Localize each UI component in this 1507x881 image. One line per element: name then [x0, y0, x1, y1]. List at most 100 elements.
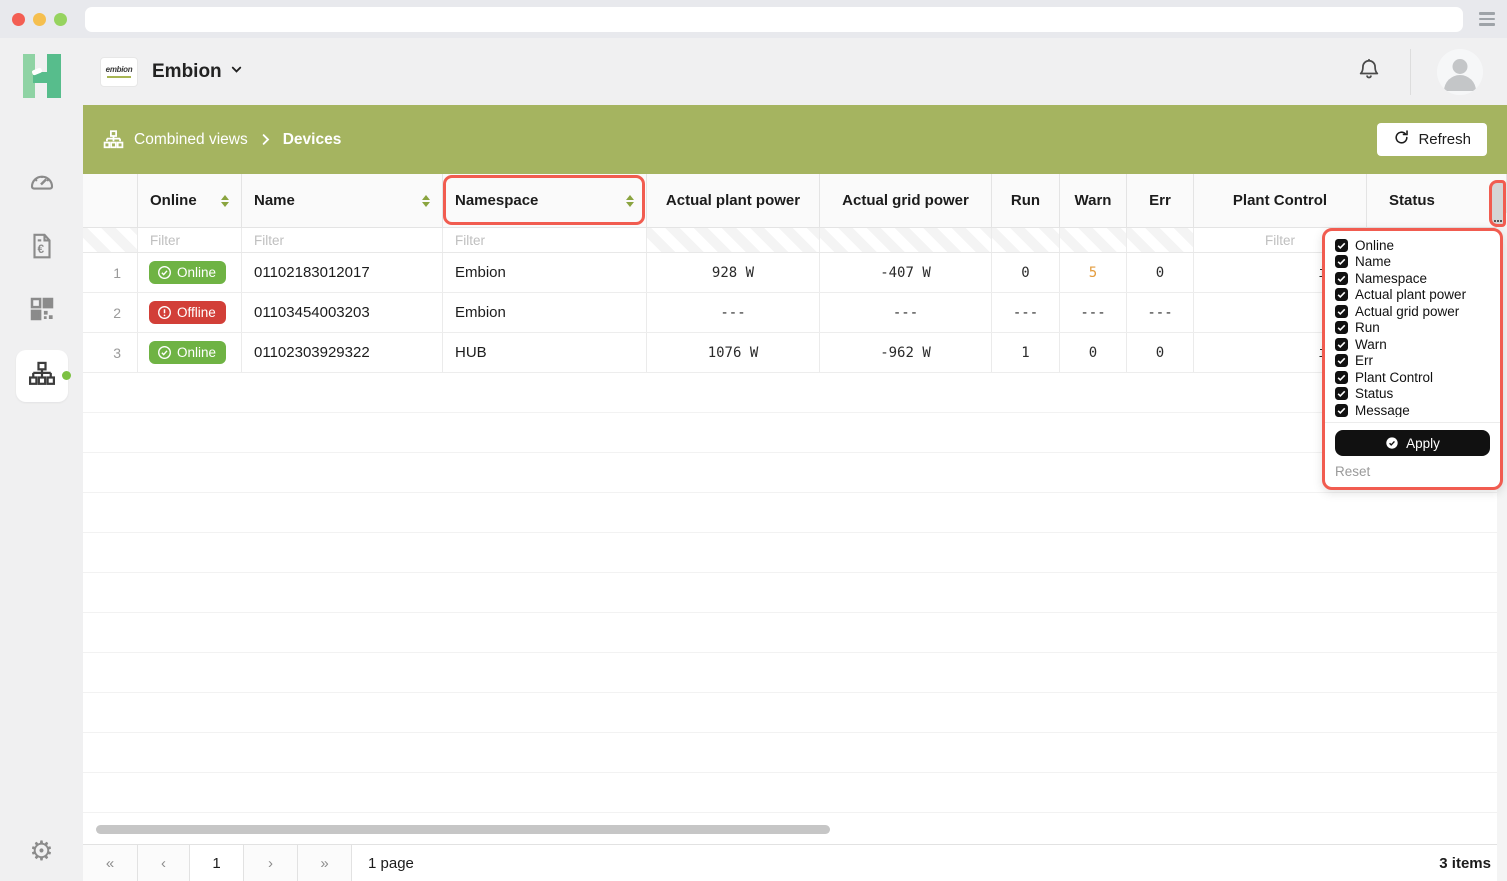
sort-icon [422, 195, 430, 207]
notifications-bell-icon[interactable] [1328, 56, 1410, 87]
checkbox-checked-icon [1335, 354, 1348, 367]
header-online[interactable]: Online [138, 174, 242, 227]
header-name[interactable]: Name [242, 174, 443, 227]
header-err[interactable]: Err [1127, 174, 1194, 227]
filter-online-input[interactable] [138, 233, 241, 248]
active-indicator-dot [62, 371, 71, 380]
column-checkbox-err[interactable]: Err [1335, 353, 1490, 370]
page-first-button[interactable]: « [83, 845, 138, 881]
status-badge: Offline [149, 301, 226, 324]
breadcrumb-bar: Combined views Devices Refresh [83, 105, 1507, 174]
page-last-button[interactable]: » [298, 845, 352, 881]
err-cell: --- [1127, 293, 1194, 332]
table-header-row: Online Name Namespace Actual plant power… [83, 174, 1507, 228]
page-count-label: 1 page [368, 855, 414, 872]
window-close-button[interactable] [12, 13, 25, 26]
filter-disabled [1060, 228, 1127, 252]
header-actual-plant-power[interactable]: Actual plant power [647, 174, 820, 227]
chevron-down-icon [229, 61, 244, 83]
column-checkbox-status[interactable]: Status [1335, 386, 1490, 403]
window-minimize-button[interactable] [33, 13, 46, 26]
status-badge: Online [149, 261, 226, 284]
warn-cell: --- [1060, 293, 1127, 332]
page-prev-button[interactable]: ‹ [138, 845, 190, 881]
filter-disabled [992, 228, 1060, 252]
address-bar[interactable] [85, 7, 1463, 32]
org-selector[interactable]: Embion [152, 61, 244, 83]
column-checkbox-actual-plant-power[interactable]: Actual plant power [1335, 287, 1490, 304]
page-current[interactable]: 1 [190, 845, 244, 881]
window-zoom-button[interactable] [54, 13, 67, 26]
filter-disabled [820, 228, 992, 252]
run-cell: 0 [992, 253, 1060, 292]
sort-icon [626, 195, 634, 207]
browser-menu-icon[interactable] [1479, 12, 1495, 26]
filter-name [242, 228, 443, 252]
column-chooser-menu: Online Name Namespace Actual plant power… [1322, 228, 1503, 490]
header-namespace[interactable]: Namespace [443, 174, 647, 227]
column-checkbox-list: Online Name Namespace Actual plant power… [1335, 237, 1490, 417]
column-chooser-button[interactable] [1489, 180, 1506, 227]
column-checkbox-actual-grid-power[interactable]: Actual grid power [1335, 303, 1490, 320]
gauge-icon [27, 166, 57, 201]
err-cell: 0 [1127, 333, 1194, 372]
grid-power-cell: --- [820, 293, 992, 332]
alert-circle-icon [157, 305, 172, 320]
column-checkbox-online[interactable]: Online [1335, 237, 1490, 254]
namespace-cell: Embion [443, 293, 647, 332]
checkbox-checked-icon [1335, 272, 1348, 285]
apply-button[interactable]: Apply [1335, 430, 1490, 456]
warn-cell: 5 [1060, 253, 1127, 292]
header-warn[interactable]: Warn [1060, 174, 1127, 227]
breadcrumb-section[interactable]: Combined views [134, 131, 248, 149]
sidebar-item-devices[interactable] [16, 350, 68, 402]
sidebar-item-dashboard[interactable] [0, 157, 83, 209]
header-plant-control[interactable]: Plant Control [1194, 174, 1367, 227]
filter-namespace-input[interactable] [443, 233, 646, 248]
err-cell: 0 [1127, 253, 1194, 292]
name-cell: 01102303929322 [242, 333, 443, 372]
run-cell: 1 [992, 333, 1060, 372]
column-chooser-icon [1494, 220, 1502, 222]
check-circle-icon [157, 345, 172, 360]
items-count-label: 3 items [1439, 855, 1491, 872]
column-checkbox-namespace[interactable]: Namespace [1335, 270, 1490, 287]
header-actual-grid-power[interactable]: Actual grid power [820, 174, 992, 227]
grid-power-cell: -407 W [820, 253, 992, 292]
run-cell: --- [992, 293, 1060, 332]
header-rownum [83, 174, 138, 227]
org-name: Embion [152, 61, 222, 83]
horizontal-scrollbar-thumb[interactable] [96, 825, 830, 834]
table-filter-row [83, 228, 1507, 253]
horizontal-scrollbar [83, 813, 1507, 844]
column-checkbox-name[interactable]: Name [1335, 254, 1490, 271]
header-run[interactable]: Run [992, 174, 1060, 227]
page-next-button[interactable]: › [244, 845, 298, 881]
breadcrumb-current: Devices [283, 131, 342, 149]
sort-icon [221, 195, 229, 207]
table-row[interactable]: 1 Online 01102183012017 Embion 928 W -40… [83, 253, 1507, 293]
column-checkbox-message[interactable]: Message [1335, 402, 1490, 417]
refresh-button[interactable]: Refresh [1377, 123, 1487, 156]
reset-link[interactable]: Reset [1335, 464, 1490, 479]
table-row[interactable]: 2 Offline 01103454003203 Embion --- --- … [83, 293, 1507, 333]
check-circle-icon [157, 265, 172, 280]
user-avatar[interactable] [1437, 49, 1483, 95]
sidebar-item-billing[interactable]: € [0, 222, 83, 274]
sidebar-item-apps[interactable] [0, 285, 83, 337]
filter-name-input[interactable] [242, 233, 442, 248]
sidebar: € [0, 38, 83, 881]
header-status[interactable]: Status [1367, 174, 1507, 227]
top-header: embion Embion [83, 38, 1507, 105]
column-checkbox-plant-control[interactable]: Plant Control [1335, 369, 1490, 386]
column-checkbox-run[interactable]: Run [1335, 320, 1490, 337]
table-row[interactable]: 3 Online 01102303929322 HUB 1076 W -962 … [83, 333, 1507, 373]
plant-power-cell: --- [647, 293, 820, 332]
namespace-cell: HUB [443, 333, 647, 372]
settings-gear-icon[interactable]: ⚙ [0, 836, 83, 867]
checkbox-checked-icon [1335, 288, 1348, 301]
plant-power-cell: 1076 W [647, 333, 820, 372]
checkbox-checked-icon [1335, 239, 1348, 252]
column-checkbox-warn[interactable]: Warn [1335, 336, 1490, 353]
plant-power-cell: 928 W [647, 253, 820, 292]
